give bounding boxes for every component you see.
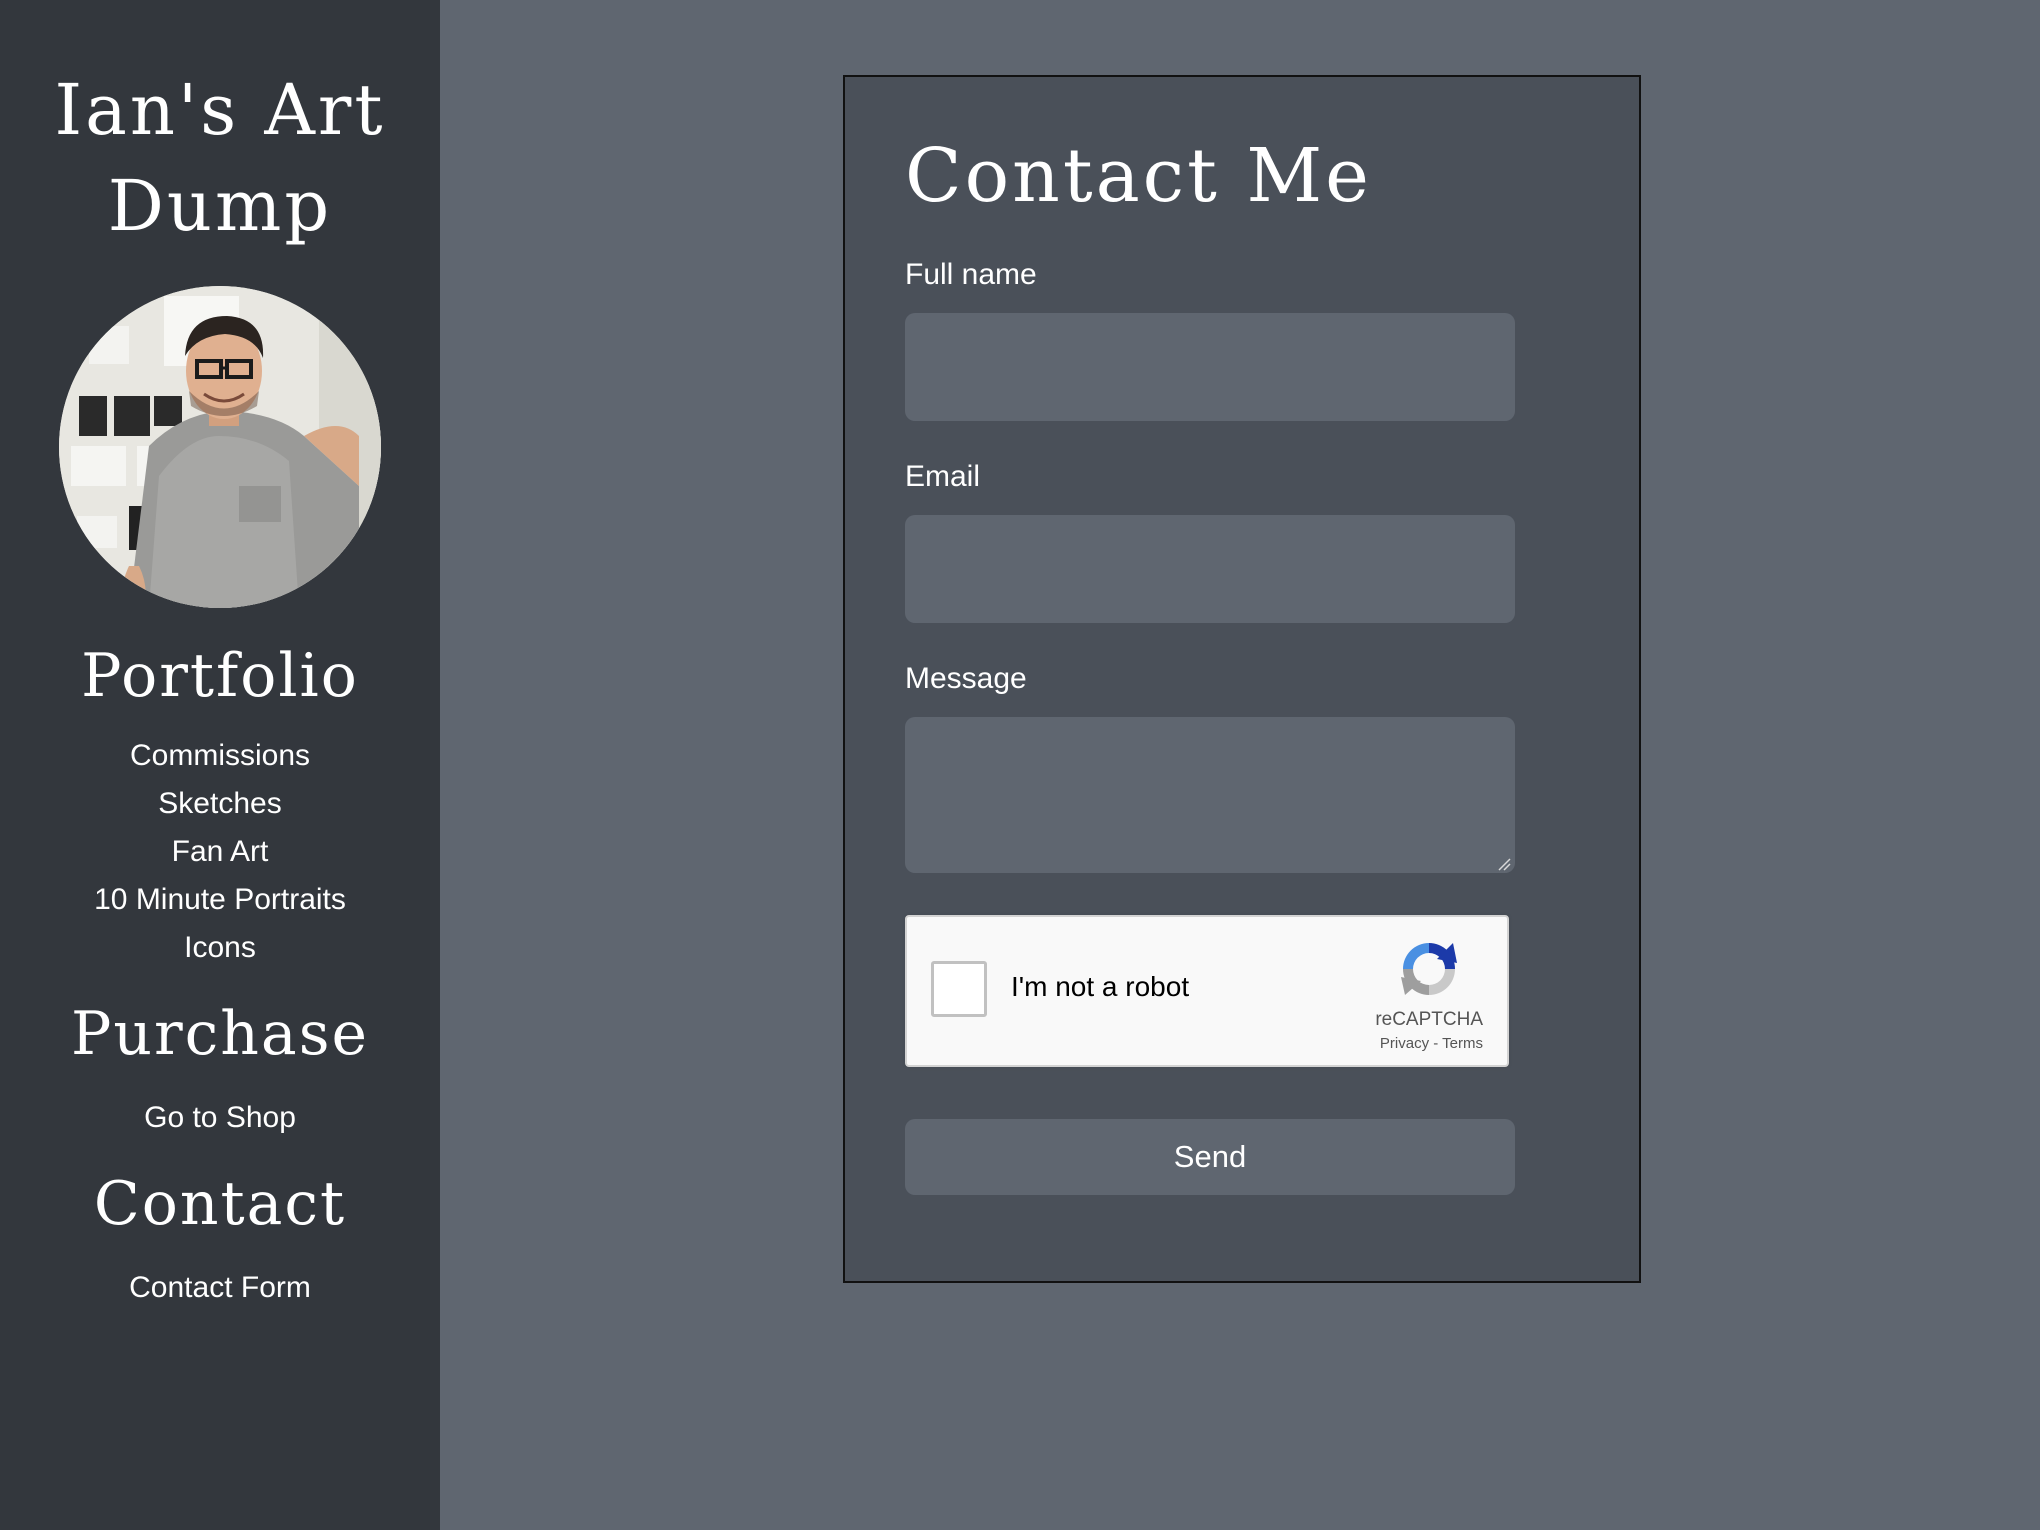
purchase-heading: Purchase bbox=[70, 999, 369, 1069]
purchase-nav: Go to Shop bbox=[0, 1094, 440, 1142]
nav-link-commissions[interactable]: Commissions bbox=[130, 739, 310, 772]
sidebar: Ian's Art Dump Portfolio Commissions Ske… bbox=[0, 0, 440, 1530]
recaptcha-links-separator: - bbox=[1429, 1035, 1443, 1052]
site-title[interactable]: Ian's Art Dump bbox=[0, 0, 440, 254]
nav-item-contact-form: Contact Form bbox=[0, 1264, 440, 1312]
recaptcha-label: I'm not a robot bbox=[1011, 971, 1190, 1002]
nav-link-icons[interactable]: Icons bbox=[184, 931, 256, 964]
recaptcha-terms-link[interactable]: Terms bbox=[1442, 1035, 1483, 1052]
full-name-label: Full name bbox=[905, 258, 1037, 291]
recaptcha-logo-icon bbox=[1401, 943, 1457, 995]
email-label: Email bbox=[905, 460, 981, 493]
nav-link-contact-form[interactable]: Contact Form bbox=[129, 1271, 311, 1304]
recaptcha-privacy-link[interactable]: Privacy bbox=[1380, 1035, 1429, 1052]
site-title-line2: Dump bbox=[107, 165, 333, 247]
nav-item-sketches: Sketches bbox=[0, 780, 440, 828]
nav-item-commissions: Commissions bbox=[0, 732, 440, 780]
recaptcha-brand: reCAPTCHA bbox=[1375, 1009, 1483, 1030]
recaptcha-widget: I'm not a robot reCAPTCHA Privacy - Term… bbox=[905, 915, 1509, 1067]
recaptcha-checkbox[interactable] bbox=[931, 961, 987, 1017]
avatar bbox=[59, 286, 381, 608]
nav-item-10-minute-portraits: 10 Minute Portraits bbox=[0, 876, 440, 924]
nav-item-fan-art: Fan Art bbox=[0, 828, 440, 876]
message-textarea[interactable] bbox=[905, 717, 1515, 873]
nav-item-go-to-shop: Go to Shop bbox=[0, 1094, 440, 1142]
contact-heading: Contact bbox=[93, 1169, 347, 1239]
recaptcha-links: Privacy - Terms bbox=[1380, 1035, 1483, 1052]
contact-form-card: Contact Me Full name Email Message I'm n… bbox=[843, 75, 1641, 1283]
nav-link-go-to-shop[interactable]: Go to Shop bbox=[144, 1101, 296, 1134]
message-label: Message bbox=[905, 662, 1027, 695]
full-name-input[interactable] bbox=[905, 313, 1515, 421]
send-button[interactable]: Send bbox=[905, 1119, 1515, 1195]
resize-grip-icon[interactable] bbox=[1497, 857, 1511, 871]
contact-nav: Contact Form bbox=[0, 1264, 440, 1312]
nav-link-sketches[interactable]: Sketches bbox=[158, 787, 281, 820]
contact-form-title: Contact Me bbox=[905, 133, 1372, 219]
portfolio-nav: Commissions Sketches Fan Art 10 Minute P… bbox=[0, 732, 440, 972]
nav-link-10-minute-portraits[interactable]: 10 Minute Portraits bbox=[94, 883, 346, 916]
email-input[interactable] bbox=[905, 515, 1515, 623]
portfolio-heading: Portfolio bbox=[81, 641, 359, 711]
nav-item-icons: Icons bbox=[0, 924, 440, 972]
nav-link-fan-art[interactable]: Fan Art bbox=[172, 835, 269, 868]
site-title-line1: Ian's Art bbox=[54, 69, 386, 151]
